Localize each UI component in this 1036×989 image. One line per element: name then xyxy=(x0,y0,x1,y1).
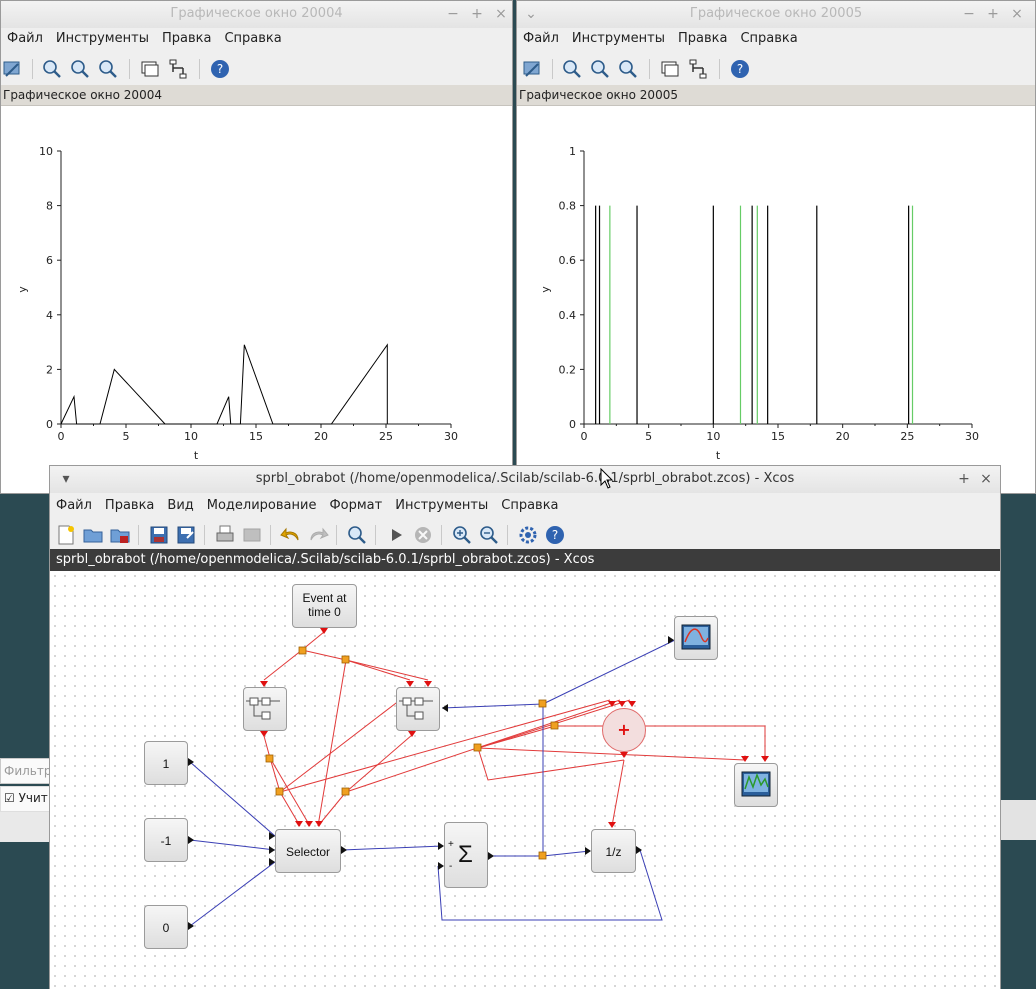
sum-block[interactable]: + - Σ xyxy=(444,822,488,888)
split-points[interactable] xyxy=(265,646,559,860)
event-label-line1: Event at xyxy=(302,591,347,605)
event-scope-icon xyxy=(741,771,771,797)
constant-neg1-block[interactable]: -1 xyxy=(144,818,188,862)
regular-links[interactable] xyxy=(189,639,676,927)
constant-1-block[interactable]: 1 xyxy=(144,741,188,785)
sigma-icon: Σ xyxy=(458,841,473,868)
event-label-line2: time 0 xyxy=(308,605,341,619)
event-adder-block[interactable]: + xyxy=(602,708,646,752)
clock-event-block[interactable]: Event at time 0 xyxy=(292,584,357,628)
mouse-cursor-icon xyxy=(600,468,614,489)
sum-minus-label: - xyxy=(449,861,453,872)
superblock-icon xyxy=(246,697,280,720)
selector-block[interactable]: Selector xyxy=(275,829,341,873)
superblock-right[interactable] xyxy=(396,687,440,731)
superblock-left[interactable] xyxy=(243,687,287,731)
scope-block-bottom[interactable] xyxy=(734,763,778,807)
event-links[interactable] xyxy=(263,631,766,827)
scope-icon xyxy=(681,624,711,650)
sum-plus-label: + xyxy=(448,839,454,850)
superblock-icon xyxy=(399,697,433,720)
constant-0-block[interactable]: 0 xyxy=(144,905,188,949)
scope-block-top[interactable] xyxy=(674,616,718,660)
delay-block[interactable]: 1/z xyxy=(591,829,636,873)
